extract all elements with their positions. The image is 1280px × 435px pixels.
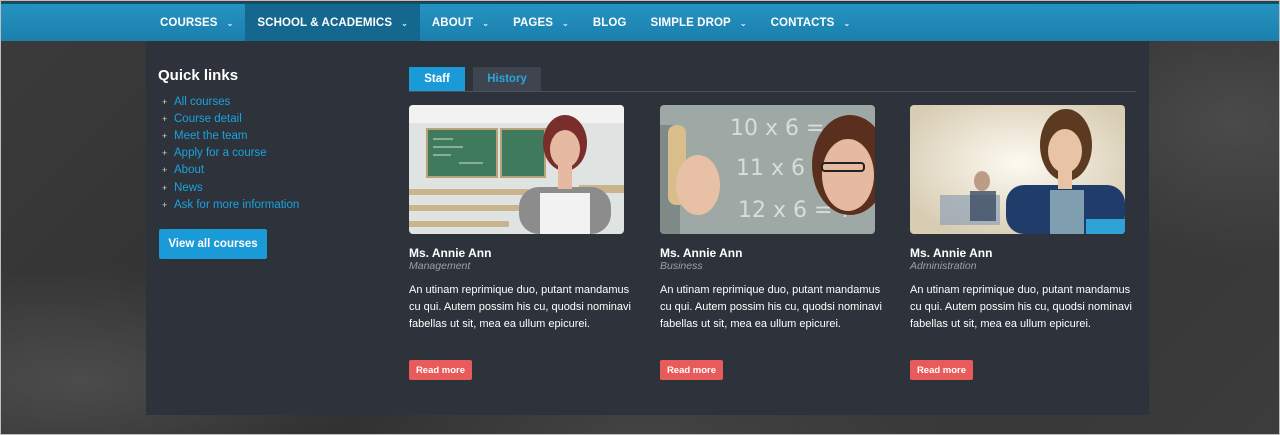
plus-icon: + bbox=[162, 199, 168, 210]
main-navbar: COURSES ⌄ SCHOOL & ACADEMICS ⌄ ABOUT ⌄ P… bbox=[1, 2, 1279, 41]
staff-name: Ms. Annie Ann bbox=[910, 246, 993, 260]
nav-item-label: CONTACTS bbox=[770, 16, 835, 29]
quick-link-news[interactable]: News bbox=[174, 182, 203, 194]
nav-item-label: SIMPLE DROP bbox=[650, 16, 731, 29]
staff-card: Ms. Annie Ann Administration An utinam r… bbox=[910, 105, 1150, 380]
plus-icon: + bbox=[162, 113, 168, 124]
staff-description: An utinam reprimique duo, putant mandamu… bbox=[910, 284, 1132, 331]
quick-link-about[interactable]: About bbox=[174, 164, 204, 176]
staff-description: An utinam reprimique duo, putant mandamu… bbox=[409, 284, 631, 331]
nav-item-simple-drop[interactable]: SIMPLE DROP ⌄ bbox=[638, 4, 758, 41]
chevron-down-icon: ⌄ bbox=[562, 19, 569, 28]
quick-links-title: Quick links bbox=[158, 67, 239, 84]
quick-link-item: + Ask for more information bbox=[162, 196, 299, 213]
nav-item-school-academics[interactable]: SCHOOL & ACADEMICS ⌄ bbox=[245, 4, 420, 41]
staff-name: Ms. Annie Ann bbox=[409, 246, 492, 260]
quick-link-ask-info[interactable]: Ask for more information bbox=[174, 199, 299, 211]
plus-icon: + bbox=[162, 96, 168, 107]
staff-description: An utinam reprimique duo, putant mandamu… bbox=[660, 284, 882, 331]
read-more-button[interactable]: Read more bbox=[910, 360, 973, 380]
quick-link-apply[interactable]: Apply for a course bbox=[174, 147, 267, 159]
chevron-down-icon: ⌄ bbox=[739, 19, 747, 28]
nav-item-contacts[interactable]: CONTACTS ⌄ bbox=[759, 4, 863, 41]
quick-links-list: + All courses + Course detail + Meet the te… bbox=[162, 93, 299, 213]
quick-link-meet-the-team[interactable]: Meet the team bbox=[174, 130, 248, 142]
read-more-button[interactable]: Read more bbox=[660, 360, 723, 380]
quick-link-item: + Meet the team bbox=[162, 127, 299, 144]
staff-role: Management bbox=[409, 260, 471, 272]
nav-item-label: ABOUT bbox=[431, 16, 474, 29]
nav-list: COURSES ⌄ SCHOOL & ACADEMICS ⌄ ABOUT ⌄ P… bbox=[148, 4, 862, 41]
staff-card: 10 x 6 = 6 11 x 6 = 6 12 x 6 = 7 Ms. Ann… bbox=[660, 105, 900, 380]
quick-link-item: + Course detail bbox=[162, 110, 299, 127]
staff-photo-chalkboard[interactable]: 10 x 6 = 6 11 x 6 = 6 12 x 6 = 7 bbox=[660, 105, 875, 234]
mega-menu-panel: Quick links + All courses + Course detail … bbox=[146, 41, 1149, 415]
chevron-down-icon: ⌄ bbox=[482, 19, 490, 28]
nav-item-label: COURSES bbox=[160, 16, 218, 29]
staff-history-tabs: Staff History bbox=[409, 67, 1136, 92]
nav-item-label: SCHOOL & ACADEMICS bbox=[257, 16, 393, 29]
chevron-down-icon: ⌄ bbox=[401, 19, 408, 28]
plus-icon: + bbox=[162, 148, 168, 159]
nav-item-about[interactable]: ABOUT ⌄ bbox=[420, 4, 501, 41]
staff-role: Administration bbox=[910, 260, 977, 272]
chevron-down-icon: ⌄ bbox=[843, 19, 851, 28]
nav-item-label: BLOG bbox=[592, 16, 627, 29]
plus-icon: + bbox=[162, 165, 168, 176]
quick-link-item: + News bbox=[162, 179, 299, 196]
quick-link-item: + All courses bbox=[162, 93, 299, 110]
quick-link-all-courses[interactable]: All courses bbox=[174, 96, 230, 108]
plus-icon: + bbox=[162, 182, 168, 193]
quick-link-item: + Apply for a course bbox=[162, 145, 299, 162]
tab-history[interactable]: History bbox=[473, 67, 541, 91]
read-more-button[interactable]: Read more bbox=[409, 360, 472, 380]
quick-link-course-detail[interactable]: Course detail bbox=[174, 113, 242, 125]
staff-name: Ms. Annie Ann bbox=[660, 246, 743, 260]
nav-item-blog[interactable]: BLOG bbox=[581, 4, 639, 41]
staff-photo-office[interactable] bbox=[910, 105, 1125, 234]
plus-icon: + bbox=[162, 130, 168, 141]
nav-item-label: PAGES bbox=[513, 16, 554, 29]
chevron-down-icon: ⌄ bbox=[226, 19, 234, 28]
quick-link-item: + About bbox=[162, 162, 299, 179]
staff-role: Business bbox=[660, 260, 703, 272]
staff-photo-classroom[interactable] bbox=[409, 105, 624, 234]
view-all-courses-button[interactable]: View all courses bbox=[159, 229, 267, 259]
tab-staff[interactable]: Staff bbox=[409, 67, 465, 91]
nav-item-pages[interactable]: PAGES ⌄ bbox=[501, 4, 581, 41]
staff-card: Ms. Annie Ann Management An utinam repri… bbox=[409, 105, 649, 380]
nav-item-courses[interactable]: COURSES ⌄ bbox=[148, 4, 245, 41]
